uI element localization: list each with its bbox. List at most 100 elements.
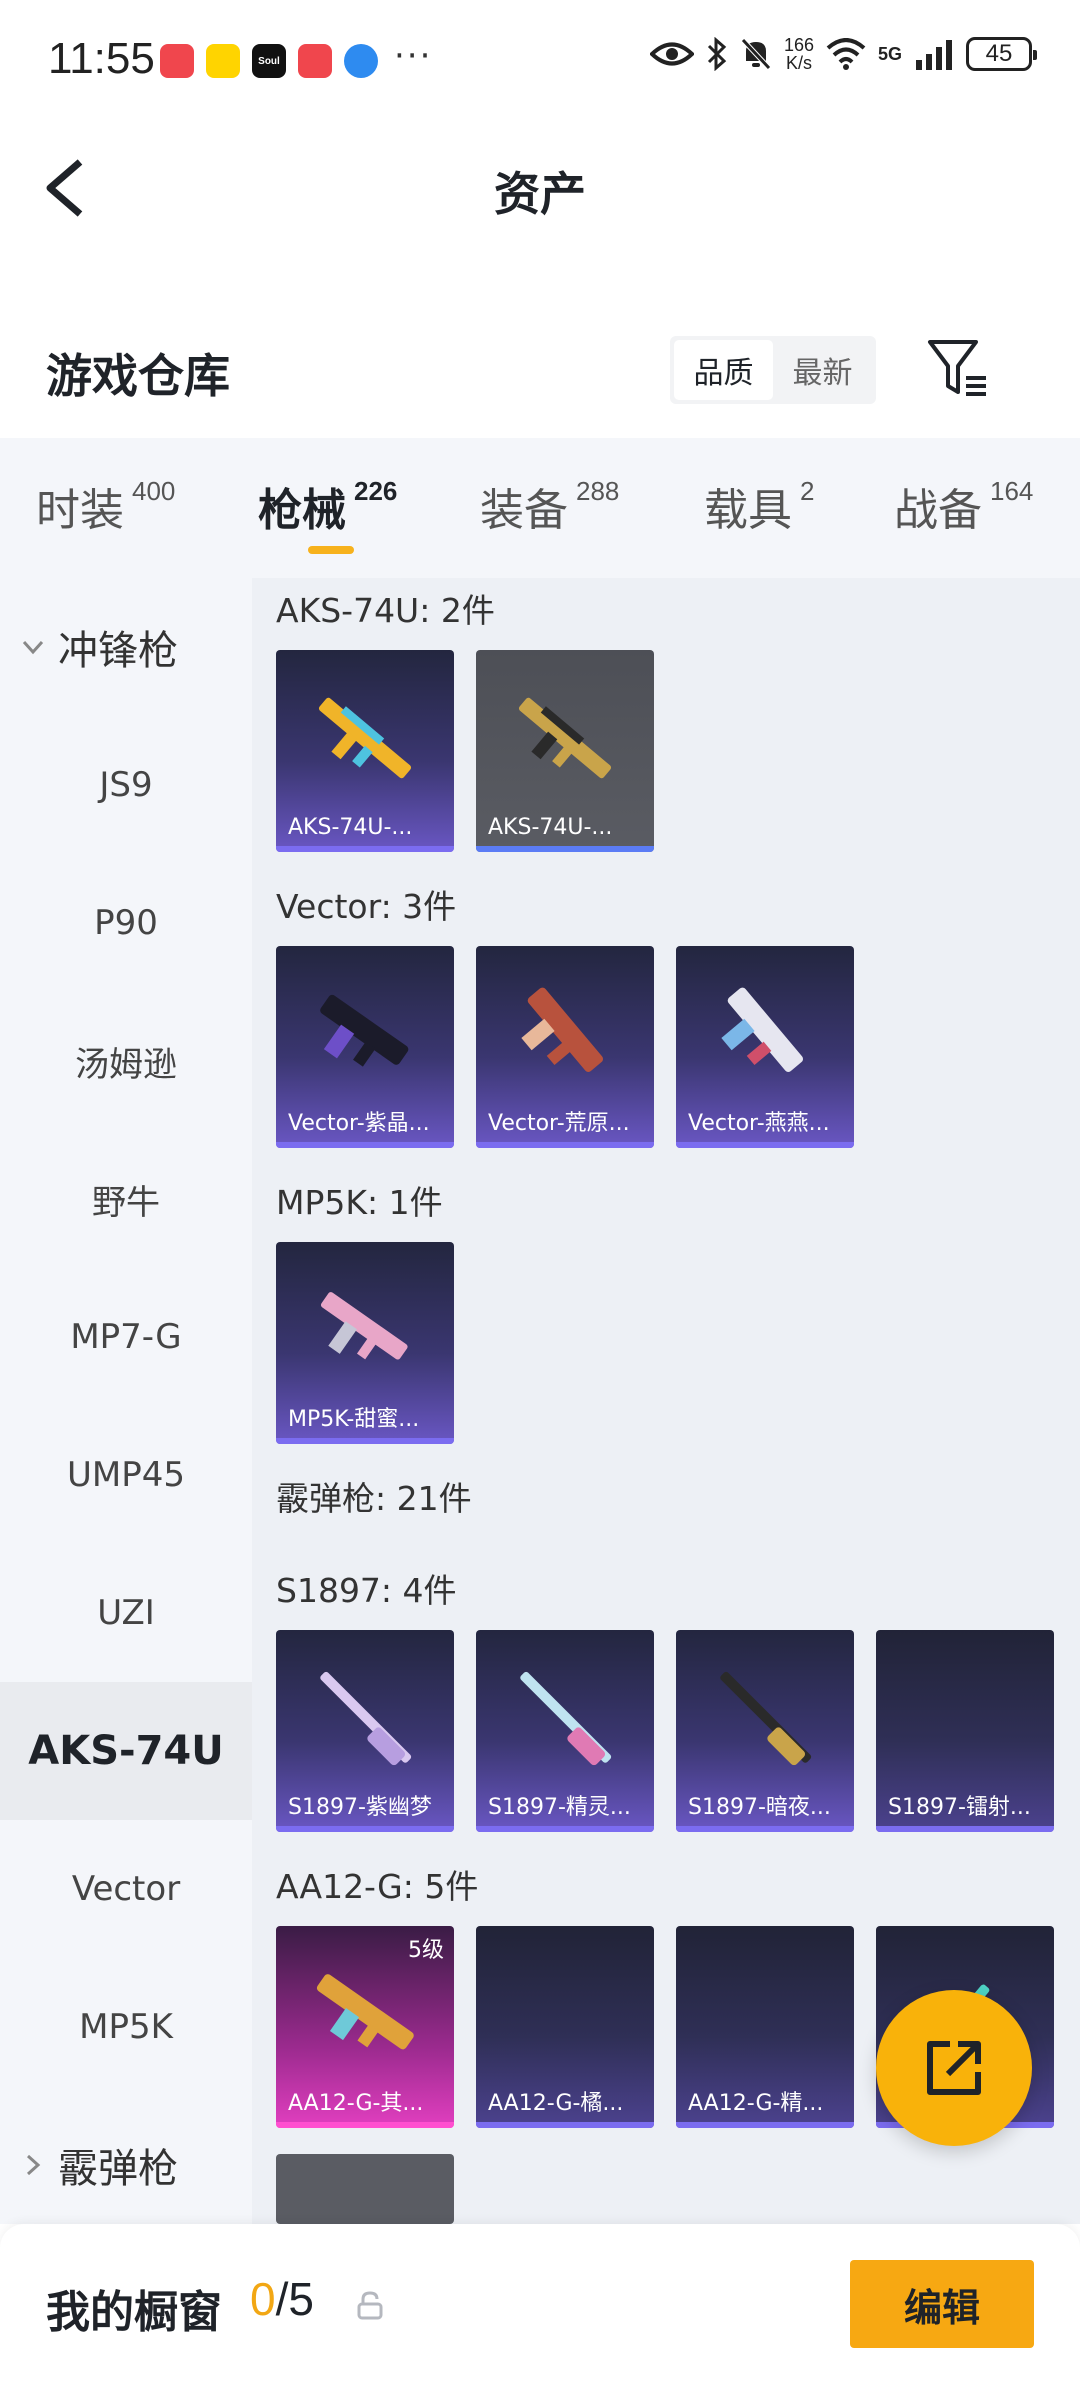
sidebar-item-vector[interactable]: Vector	[0, 1820, 252, 1958]
weapon-card[interactable]: S1897-紫幽梦	[276, 1630, 454, 1832]
sidebar-item-mp5k[interactable]: MP5K	[0, 1958, 252, 2096]
weapon-card-name: S1897-紫幽梦	[288, 1795, 432, 1820]
tab-guns[interactable]: 枪械 226	[258, 474, 397, 538]
quality-bar	[676, 2122, 854, 2128]
quality-bar	[276, 1826, 454, 1832]
tab-supplies[interactable]: 战备 164	[894, 474, 1033, 538]
sidebar-group-label: 冲锋枪	[58, 628, 178, 674]
showcase-count-current: 0	[250, 2273, 276, 2325]
quality-bar	[276, 1142, 454, 1148]
group-label-aa12g: AA12-G: 5件	[276, 1867, 479, 1906]
group-label-mp5k: MP5K: 1件	[276, 1183, 443, 1222]
weapon-card-name: AA12-G-精...	[688, 2091, 824, 2116]
weapon-card[interactable]: AKS-74U-...	[476, 650, 654, 852]
quality-bar	[476, 2122, 654, 2128]
weapon-card[interactable]: 5级 AA12-G-其...	[276, 1926, 454, 2128]
soul-app-icon: Soul	[252, 44, 286, 78]
weapon-card[interactable]	[276, 2154, 454, 2224]
weapon-card[interactable]: Vector-荒原...	[476, 946, 654, 1148]
mute-icon	[741, 38, 771, 70]
page-title: 资产	[494, 167, 586, 221]
network-speed: 166 K/s	[784, 36, 814, 72]
weapon-card-name: Vector-燕燕...	[688, 1111, 830, 1136]
weapon-card[interactable]: AA12-G-精...	[676, 1926, 854, 2128]
shotgun-icon	[520, 1671, 612, 1766]
weapon-card-name: AKS-74U-...	[288, 815, 413, 840]
tab-label: 载具	[704, 485, 792, 536]
quality-bar	[676, 1142, 854, 1148]
weapon-card[interactable]: AKS-74U-...	[276, 650, 454, 852]
sidebar-item-thompson[interactable]: 汤姆逊	[0, 992, 252, 1130]
weapon-type-sidebar: 冲锋枪 JS9 P90 汤姆逊 野牛 MP7-G UMP45 UZI AKS-7…	[0, 578, 252, 2224]
sidebar-group-smg[interactable]: 冲锋枪	[0, 578, 252, 716]
filter-icon[interactable]	[926, 336, 990, 400]
group-label-vector: Vector: 3件	[276, 887, 457, 926]
notification-app-icon	[344, 44, 378, 78]
category-tabs: 时装 400 枪械 226 装备 288 载具 2 战备 164	[0, 438, 1080, 578]
wifi-icon	[826, 38, 866, 70]
tab-label: 枪械	[258, 485, 346, 536]
weapon-card-name: S1897-镭射...	[888, 1795, 1031, 1820]
sidebar-item-js9[interactable]: JS9	[0, 716, 252, 854]
smg-icon	[521, 987, 604, 1072]
weapon-card-name: Vector-紫晶...	[288, 1111, 430, 1136]
weapon-card[interactable]: Vector-燕燕...	[676, 946, 854, 1148]
rifle-icon	[518, 697, 612, 779]
weapon-card-name: AA12-G-橘...	[488, 2091, 624, 2116]
share-button[interactable]	[876, 1990, 1032, 2146]
notification-icons: Soul	[160, 44, 378, 78]
weapon-card[interactable]: S1897-精灵...	[476, 1630, 654, 1832]
more-notifications-icon: ···	[394, 36, 433, 76]
sort-newest-option[interactable]: 最新	[773, 340, 872, 400]
quality-bar	[676, 1826, 854, 1832]
network-type: 5G	[877, 43, 902, 64]
tab-count: 226	[354, 476, 398, 506]
weapon-card[interactable]: S1897-镭射...	[876, 1630, 1054, 1832]
cell-signal-icon	[916, 40, 952, 70]
bluetooth-icon	[707, 37, 727, 71]
lock-icon	[357, 2291, 383, 2320]
shotgun-icon	[320, 1671, 412, 1766]
group-label-shotgun: 霰弹枪: 21件	[276, 1479, 472, 1518]
group-label-s1897: S1897: 4件	[276, 1571, 457, 1610]
tab-fashion[interactable]: 时装 400	[36, 474, 175, 538]
sidebar-item-p90[interactable]: P90	[0, 854, 252, 992]
sidebar-group-shotgun[interactable]: 霰弹枪	[0, 2096, 252, 2224]
weapon-grid: AKS-74U: 2件 AKS-74U-... AKS-74U-... Vect…	[252, 578, 1080, 2224]
weapon-card-name: Vector-荒原...	[488, 1111, 630, 1136]
external-link-icon	[927, 2041, 981, 2095]
group-label-aks74u: AKS-74U: 2件	[276, 591, 495, 630]
warehouse-title: 游戏仓库	[46, 349, 230, 403]
tab-vehicles[interactable]: 载具 2	[704, 474, 814, 538]
sidebar-item-uzi[interactable]: UZI	[0, 1544, 252, 1682]
showcase-title: 我的橱窗	[46, 2287, 222, 2338]
tab-count: 288	[576, 476, 620, 506]
sort-quality-option[interactable]: 品质	[674, 340, 773, 400]
chevron-right-icon	[26, 2154, 41, 2176]
weapon-card[interactable]: AA12-G-橘...	[476, 1926, 654, 2128]
weapon-card[interactable]: S1897-暗夜...	[676, 1630, 854, 1832]
quality-bar	[276, 846, 454, 852]
notification-app-icon	[160, 44, 194, 78]
tab-count: 400	[132, 476, 176, 506]
weapon-card[interactable]: MP5K-甜蜜...	[276, 1242, 454, 1444]
shotgun-icon	[720, 1671, 812, 1766]
weapon-card[interactable]: Vector-紫晶...	[276, 946, 454, 1148]
status-time: 11:55	[48, 34, 155, 83]
sidebar-item-bizon[interactable]: 野牛	[0, 1130, 252, 1268]
showcase-count: 0/5	[250, 2272, 314, 2326]
sort-toggle: 品质 最新	[670, 336, 876, 404]
sidebar-item-mp7g[interactable]: MP7-G	[0, 1268, 252, 1406]
weapon-card-name: MP5K-甜蜜...	[288, 1407, 420, 1432]
smg-icon	[320, 994, 409, 1067]
sidebar-item-ump45[interactable]: UMP45	[0, 1406, 252, 1544]
quality-bar	[276, 1438, 454, 1444]
smg-icon	[721, 987, 804, 1072]
shotgun-icon	[316, 1974, 414, 2050]
weapon-card-name: AKS-74U-...	[488, 815, 613, 840]
tab-equipment[interactable]: 装备 288	[480, 474, 619, 538]
weapon-card-name: S1897-暗夜...	[688, 1795, 831, 1820]
edit-button[interactable]: 编辑	[850, 2260, 1034, 2348]
sidebar-item-aks74u[interactable]: AKS-74U	[0, 1682, 252, 1820]
showcase-count-total: /5	[275, 2273, 314, 2325]
